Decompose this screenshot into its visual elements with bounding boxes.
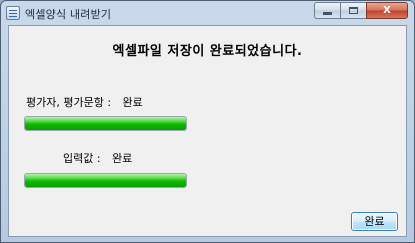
minimize-icon bbox=[323, 12, 332, 15]
dialog-window: 엑셀양식 내려받기 X 엑셀파일 저장이 완료되었습니다. 평가자, 평가문항 … bbox=[0, 0, 415, 243]
progress-fill bbox=[25, 174, 186, 187]
row-input-values: 입력값 : 완료 bbox=[63, 150, 132, 166]
close-icon: X bbox=[383, 5, 391, 16]
close-button[interactable]: X bbox=[366, 2, 408, 19]
caption-buttons: X bbox=[314, 2, 408, 20]
completion-heading: 엑셀파일 저장이 완료되었습니다. bbox=[112, 44, 303, 59]
dialog-body: 엑셀파일 저장이 완료되었습니다. 평가자, 평가문항 : 완료 입력값 : 완… bbox=[8, 25, 407, 237]
maximize-icon bbox=[349, 7, 358, 14]
minimize-button[interactable] bbox=[314, 2, 340, 19]
complete-button[interactable]: 완료 bbox=[351, 212, 398, 231]
title-bar[interactable]: 엑셀양식 내려받기 X bbox=[1, 1, 414, 25]
row-status: 완료 bbox=[122, 96, 143, 109]
row-status: 완료 bbox=[112, 152, 133, 165]
row-label: 평가자, 평가문항 : bbox=[26, 96, 112, 109]
progress-fill bbox=[25, 117, 186, 130]
row-label: 입력값 : bbox=[63, 152, 101, 165]
maximize-button[interactable] bbox=[340, 2, 366, 19]
window-title: 엑셀양식 내려받기 bbox=[25, 8, 112, 21]
app-icon bbox=[6, 6, 20, 20]
progress-bar-input-values bbox=[24, 173, 187, 188]
progress-bar-evaluator-items bbox=[24, 116, 187, 131]
row-evaluator-items: 평가자, 평가문항 : 완료 bbox=[26, 94, 143, 110]
